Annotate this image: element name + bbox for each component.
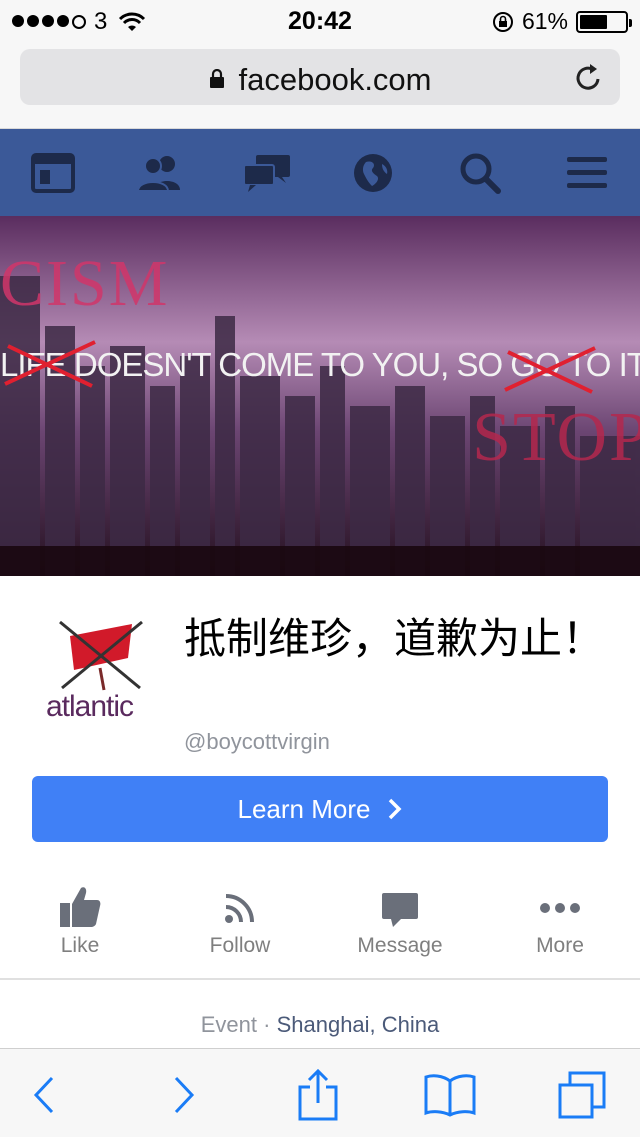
messages-icon[interactable]	[235, 141, 299, 205]
cover-text-red-bottom: STOP	[472, 399, 640, 476]
thumbs-up-icon	[60, 887, 101, 927]
page-handle: @boycottvirgin	[184, 729, 330, 754]
learn-more-button[interactable]: Learn More	[32, 776, 608, 842]
menu-icon[interactable]	[555, 141, 619, 205]
friends-icon[interactable]	[128, 141, 192, 205]
battery-fill	[580, 14, 607, 29]
cover-photo[interactable]: CISM LIFE DOESN'T COME TO YOU, SO GO TO …	[0, 216, 640, 576]
like-label: Like	[60, 934, 100, 957]
more-action[interactable]: More	[480, 872, 640, 958]
bookmarks-button[interactable]	[420, 1067, 480, 1123]
chevron-right-icon	[389, 798, 402, 820]
cover-text-red-top: CISM	[0, 247, 170, 320]
chat-bubble-icon	[382, 893, 418, 927]
logo-wordmark: atlantic	[46, 690, 134, 723]
notifications-globe-icon[interactable]	[341, 141, 405, 205]
open-book-icon	[424, 1074, 476, 1117]
status-bar: 3 20:42 61%	[0, 0, 640, 40]
url-text: facebook.com	[238, 62, 432, 97]
browser-address-area: facebook.com	[0, 40, 640, 129]
search-icon[interactable]	[448, 141, 512, 205]
like-action[interactable]: Like	[0, 872, 160, 958]
chevron-right-icon	[174, 1076, 195, 1114]
url-display[interactable]: facebook.com	[20, 62, 620, 98]
chevron-left-icon	[33, 1076, 54, 1114]
follow-label: Follow	[209, 934, 271, 957]
separator-dot: ·	[263, 1012, 271, 1037]
page-title: 抵制维珍，道歉为止！	[184, 614, 605, 663]
learn-more-label: Learn More	[237, 793, 371, 824]
red-cross-mark-right	[504, 346, 596, 394]
address-bar[interactable]: facebook.com	[20, 49, 620, 105]
battery-area: 61%	[492, 8, 632, 35]
event-location: Event · Shanghai, China	[0, 1012, 640, 1038]
rss-icon	[225, 894, 254, 923]
message-action[interactable]: Message	[320, 872, 480, 958]
forward-button[interactable]	[154, 1067, 214, 1123]
red-cross-mark-left	[4, 340, 96, 388]
tabs-icon	[558, 1071, 606, 1119]
event-type: Event	[200, 1012, 257, 1037]
follow-action[interactable]: Follow	[160, 872, 320, 958]
lock-icon	[209, 68, 224, 88]
share-icon	[298, 1069, 338, 1121]
ellipsis-icon	[540, 903, 580, 913]
share-button[interactable]	[288, 1067, 348, 1123]
profile-picture[interactable]: atlantic	[40, 612, 162, 734]
location-link[interactable]: Shanghai, China	[277, 1012, 440, 1037]
browser-toolbar	[0, 1048, 640, 1137]
virgin-logo-icon	[59, 620, 143, 691]
more-label: More	[536, 934, 584, 957]
page-actions-bar: Like Follow Message More	[0, 872, 640, 978]
reload-icon[interactable]	[574, 61, 604, 93]
battery-percent: 61%	[521, 8, 568, 34]
back-button[interactable]	[14, 1067, 74, 1123]
rotation-lock-icon	[492, 11, 513, 32]
battery-icon	[576, 10, 632, 33]
message-label: Message	[357, 934, 443, 957]
section-divider	[0, 978, 640, 980]
facebook-nav-bar	[0, 129, 640, 216]
tabs-button[interactable]	[552, 1067, 612, 1123]
news-feed-icon[interactable]	[21, 141, 85, 205]
